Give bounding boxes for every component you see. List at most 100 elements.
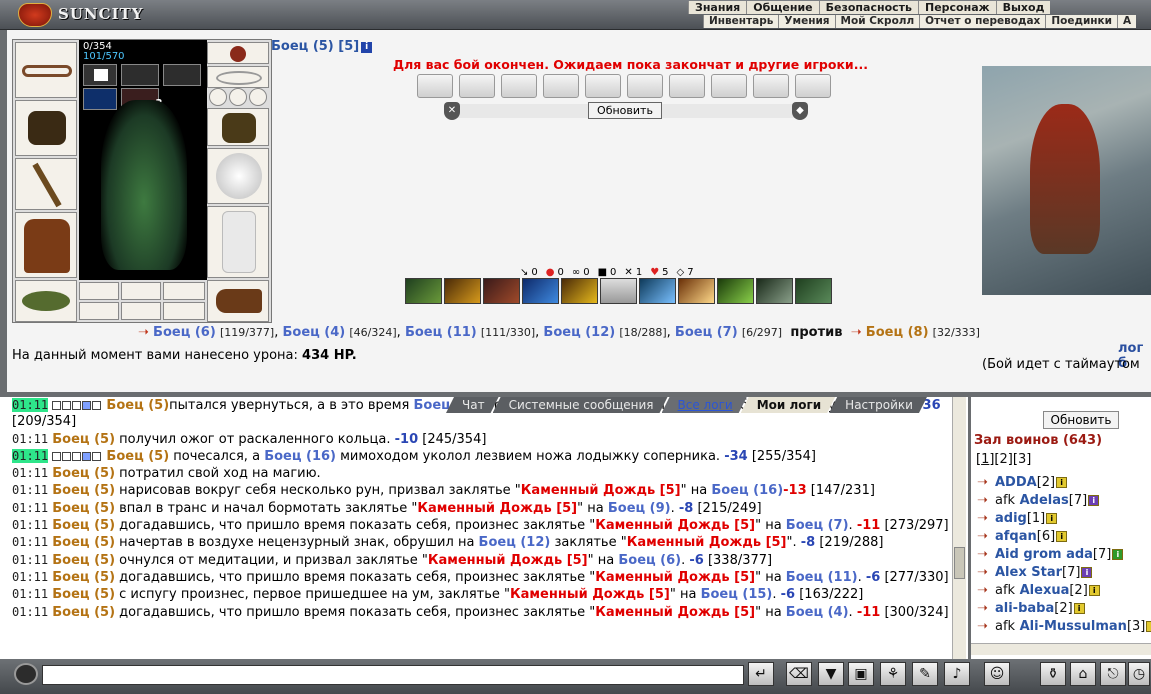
player-info-icon[interactable]: i [1046,513,1058,524]
nav-skills[interactable]: Умения [778,15,834,28]
send-icon[interactable]: ↵ [748,662,774,686]
fighter-link[interactable]: Боец (5) [52,432,115,447]
private-message-icon[interactable]: ➝ [977,475,995,490]
team-left-fighter[interactable]: Боец (4) [282,325,345,340]
chat-input[interactable] [42,665,744,685]
clock-icon[interactable]: ◷ [1128,662,1150,686]
player-row[interactable]: ➝ adig[1] i [977,511,1058,526]
player-name[interactable]: Alexua [1020,583,1070,598]
refresh-players-button[interactable]: Обновить [1043,411,1119,429]
player-row[interactable]: ➝ ADDA[2] i [977,475,1068,490]
fighter-link[interactable]: Боец (16) [264,449,336,464]
team-right-fighter[interactable]: Боец (8) [866,325,929,340]
private-message-icon[interactable]: ➝ [977,565,995,580]
nav-duels[interactable]: Поединки [1045,15,1117,28]
team-left-fighter[interactable]: Боец (12) [543,325,615,340]
fighter-link[interactable]: Боец (5) [106,449,169,464]
tab-my-logs[interactable]: Мои логи [741,397,835,413]
tab-system-messages[interactable]: Системные сообщения [493,397,668,413]
scroll-slot-1[interactable] [83,64,117,86]
tab-chat[interactable]: Чат [446,397,499,413]
player-info-icon[interactable]: i [1056,477,1068,488]
translit-icon[interactable]: ⚘ [880,662,906,686]
spell-slot[interactable] [522,278,559,304]
spell-slot[interactable] [561,278,598,304]
fighter-link[interactable]: Боец (5) [52,501,115,516]
fighter-link[interactable]: Боец (12) [479,535,551,550]
player-name[interactable]: Ali-Mussulman [1020,619,1127,634]
player-info-icon[interactable]: i [1073,603,1085,614]
scroll-slot[interactable] [753,74,789,98]
armor-slot[interactable] [15,212,77,278]
player-name[interactable]: Alex Star [995,565,1062,580]
player-name[interactable]: Aid grom ada [995,547,1093,562]
scroll-slot-4[interactable] [83,88,117,110]
spell-slot[interactable] [678,278,715,304]
info-icon[interactable]: i [361,42,373,53]
sound-icon[interactable]: ♪ [944,662,970,686]
scroll-slot[interactable] [543,74,579,98]
private-message-icon[interactable]: ➝ [977,619,995,634]
private-message-icon[interactable]: ➝ [977,547,995,562]
player-name[interactable]: Adelas [1020,493,1069,508]
team-left-fighter[interactable]: Боец (7) [675,325,738,340]
player-info-icon[interactable]: i [1088,495,1100,506]
scroll-slot[interactable] [501,74,537,98]
player-row[interactable]: ➝afk Ali-Mussulman[3]i [977,619,1151,634]
spell-slot[interactable] [756,278,793,304]
private-message-icon[interactable]: ➝ [977,493,995,508]
fighter-link[interactable]: Боец (11) [786,570,858,585]
player-row[interactable]: ➝ Alex Star[7] i [977,565,1093,580]
ring-slot-1[interactable] [209,88,227,106]
nav-exit[interactable]: Выход [995,1,1051,14]
player-info-icon[interactable]: i [1146,621,1151,632]
fighter-link[interactable]: Боец (15) [701,587,773,602]
ring-slot-3[interactable] [249,88,267,106]
private-icon[interactable]: ✎ [912,662,938,686]
exit-icon[interactable]: ⎋ [1100,662,1126,686]
player-name[interactable]: ali-baba [995,601,1054,616]
refresh-button[interactable]: Обновить [588,102,662,119]
player-info-icon[interactable]: i [1112,549,1124,560]
spell-slot[interactable] [600,278,637,304]
scroll-slot[interactable] [585,74,621,98]
player-info-icon[interactable]: i [1088,585,1100,596]
scrollbar-thumb[interactable] [954,547,965,579]
scroll-slot[interactable] [417,74,453,98]
rune-slot-6[interactable] [163,302,205,320]
player-info-icon[interactable]: i [1081,567,1093,578]
private-message-icon[interactable]: ➝ [977,583,995,598]
player-info-icon[interactable]: i [1056,531,1068,542]
boots-slot[interactable] [207,280,269,322]
scroll-slot[interactable] [627,74,663,98]
rune-slot-4[interactable] [79,302,119,320]
shield-slot[interactable] [207,148,269,204]
fighter-link[interactable]: Боец (5) [52,587,115,602]
bank-icon[interactable]: ⌂ [1070,662,1096,686]
nav-inventory[interactable]: Инвентарь [703,15,778,28]
chat-mode-icon[interactable] [14,663,38,685]
spell-slot[interactable] [405,278,442,304]
tab-all-logs[interactable]: Все логи [662,397,747,413]
ring-slot-2[interactable] [229,88,247,106]
fighter-link[interactable]: Боец (5) [52,605,115,620]
filter-icon[interactable]: ▼ [818,662,844,686]
nav-my-scroll[interactable]: Мой Скролл [834,15,920,28]
amulet-slot[interactable] [207,66,269,88]
player-name[interactable]: afqan [995,529,1037,544]
nav-knowledge[interactable]: Знания [688,1,746,14]
scroll-slot[interactable] [459,74,495,98]
bracers-slot[interactable] [15,100,77,156]
scroll-slot[interactable] [795,74,831,98]
horizontal-scrollbar[interactable] [971,643,1151,655]
scroll-slot-2[interactable] [121,64,159,86]
earrings-slot[interactable] [207,42,269,64]
player-name[interactable]: ADDA [995,475,1037,490]
rune-slot-3[interactable] [163,282,205,300]
nav-security[interactable]: Безопасность [818,1,918,14]
player-row[interactable]: ➝ afqan[6] i [977,529,1068,544]
gloves-slot[interactable] [207,108,269,146]
fighter-link[interactable]: Боец (5) [52,535,115,550]
player-row[interactable]: ➝ ali-baba[2] i [977,601,1085,616]
spell-slot[interactable] [795,278,832,304]
